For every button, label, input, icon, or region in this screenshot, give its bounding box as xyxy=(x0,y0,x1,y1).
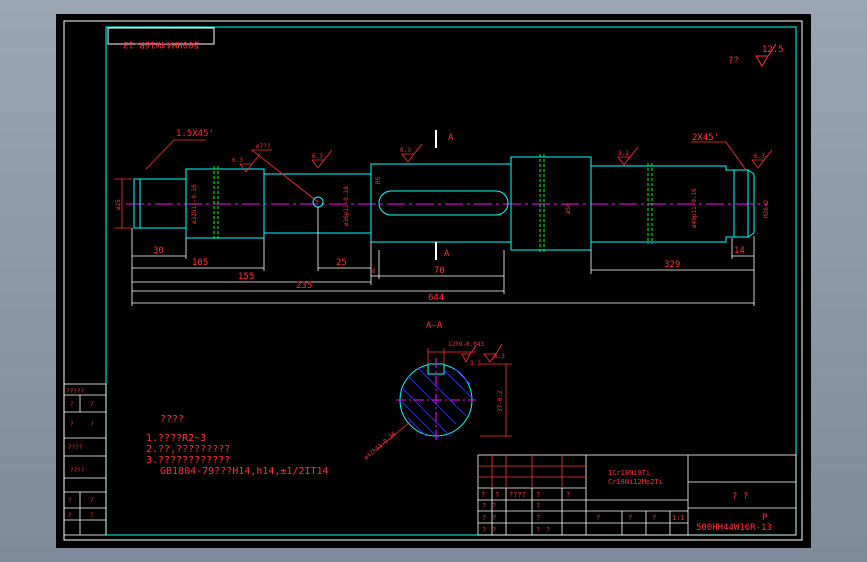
material-2: Cr18Ni12Mo2Ti xyxy=(608,478,663,486)
len-30: 30 xyxy=(153,246,164,256)
tb-q7: ? xyxy=(652,514,656,522)
len-329: 329 xyxy=(664,260,680,270)
tb-a4: ? xyxy=(482,514,486,522)
side-cell-2b: ? xyxy=(90,401,94,408)
len-235: 235 xyxy=(296,281,312,291)
len-155: 155 xyxy=(238,272,254,282)
len-105: 105 xyxy=(192,258,208,268)
notes-line-1: 1.????R2~3 xyxy=(146,433,206,444)
key-width: 12h9-0.043 xyxy=(448,341,485,348)
tb-a5: ? xyxy=(492,514,496,522)
section-marker-top: A xyxy=(448,133,454,143)
cad-drawing: 500HH44W16R-13 12.5 ?? A A 1.5X45' 2X45'… xyxy=(63,20,803,541)
code-top-text: 500HH44W16R-13 xyxy=(123,39,199,49)
side-cell-7b: ? xyxy=(90,512,94,519)
tb-q5: ? xyxy=(596,514,600,522)
tb-q4: ? xyxy=(546,526,550,534)
general-roughness-prefix: ?? xyxy=(728,56,739,66)
section-marker-bottom: A xyxy=(444,249,450,259)
roughness-4: 3.2 xyxy=(618,150,629,157)
material: 1Cr18Ni9Ti xyxy=(608,469,650,477)
chamfer-left: 1.5X45' xyxy=(176,129,214,139)
notes-title: ???? xyxy=(160,414,184,425)
side-cell-4b: ? xyxy=(90,421,94,428)
len-25: 25 xyxy=(336,258,347,268)
title-block-grid xyxy=(478,455,586,488)
tb-header-1: ? xyxy=(481,491,485,499)
section-title: A—A xyxy=(426,321,443,331)
notes-line-4: GB1804-79???H14,h14,±1/2IT14 xyxy=(160,466,329,477)
r5: R5 xyxy=(375,176,382,184)
tb-header-3: ???? xyxy=(509,491,526,499)
roughness-5: 6.3 xyxy=(754,153,765,160)
roughness-3: 6.3 xyxy=(400,147,411,154)
len-8: 8 xyxy=(372,268,376,275)
notes-line-2: 2.??,????????? xyxy=(146,444,230,455)
notes-line-3: 3.???????????? xyxy=(146,455,230,466)
tb-header-4: ? xyxy=(536,491,540,499)
len-14: 14 xyxy=(734,246,745,256)
section-dia: ø42h11-0.16 xyxy=(363,430,398,461)
len-70: 70 xyxy=(434,266,445,276)
section-dim-lines xyxy=(375,343,512,451)
tb-a2: ? xyxy=(492,502,496,510)
roughness-7: 6.3 xyxy=(494,353,505,360)
dimension-lines xyxy=(131,207,755,306)
side-cell-6a: ? xyxy=(68,497,72,504)
chamfer-right: 2X45' xyxy=(692,133,719,143)
tb-q3: ? xyxy=(536,526,540,534)
dia-32: ø32h11-0.16 xyxy=(191,184,198,224)
sheet-letter: P xyxy=(762,513,768,523)
len-644: 644 xyxy=(428,293,444,303)
key-depth: 37-0.2 xyxy=(497,390,504,412)
general-roughness-value: 12.5 xyxy=(762,45,784,55)
tb-a1: ? xyxy=(482,502,486,510)
tb-header-2: ? xyxy=(495,491,499,499)
dia-25: ø25 xyxy=(115,199,122,210)
side-cell-7a: ? xyxy=(68,512,72,519)
section-view xyxy=(396,358,476,442)
side-cell-5: ???? xyxy=(70,467,85,474)
side-cell-1: ????? xyxy=(66,388,84,395)
side-cell-4a: ? xyxy=(70,421,74,428)
tb-q1: ? xyxy=(482,526,486,534)
tb-a6: ? xyxy=(536,514,540,522)
side-cell-2a: ? xyxy=(70,401,74,408)
drawing-sheet: 500HH44W16R-13 12.5 ?? A A 1.5X45' 2X45'… xyxy=(56,14,811,548)
ratio: 1:1 xyxy=(672,514,685,522)
dia-hole: ø7?? xyxy=(256,143,271,150)
dia-50: ø50 xyxy=(565,203,572,214)
dia-40: ø40p11-0.16 xyxy=(691,188,698,228)
roughness-6: 3.2 xyxy=(470,360,481,367)
part-name: ? ? xyxy=(732,492,748,502)
side-cell-6b: ? xyxy=(90,497,94,504)
thread-lines xyxy=(213,154,653,252)
thread: M36×2 xyxy=(763,200,770,218)
side-cell-3: ???? xyxy=(68,444,83,451)
tb-q2: ? xyxy=(492,526,496,534)
tb-header-5: ? xyxy=(566,491,570,499)
tb-q6: ? xyxy=(628,514,632,522)
tb-a3: ? xyxy=(536,502,540,510)
roughness-2: 6.3 xyxy=(312,153,323,160)
drawing-code: 500HH44W16R-13 xyxy=(696,523,772,533)
roughness-1: 6.3 xyxy=(232,157,243,164)
dia-36: ø36p11-0.18 xyxy=(343,186,350,226)
